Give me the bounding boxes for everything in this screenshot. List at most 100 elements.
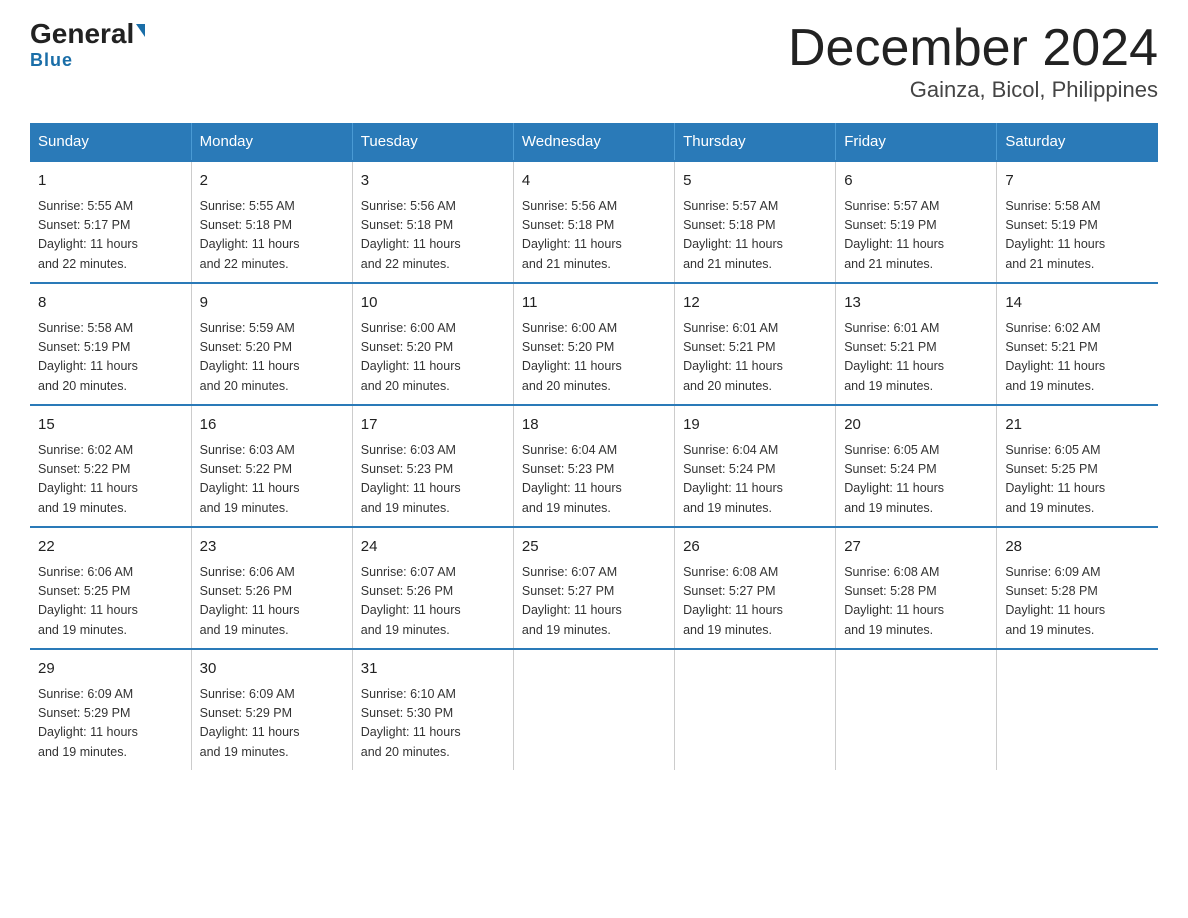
day-number: 30 [200,658,344,681]
header-wednesday: Wednesday [513,123,674,161]
day-info: Sunrise: 6:10 AMSunset: 5:30 PMDaylight:… [361,685,505,763]
day-number: 23 [200,536,344,559]
day-number: 16 [200,414,344,437]
day-number: 10 [361,292,505,315]
header-thursday: Thursday [675,123,836,161]
day-info: Sunrise: 6:05 AMSunset: 5:24 PMDaylight:… [844,441,988,519]
week-row-4: 22Sunrise: 6:06 AMSunset: 5:25 PMDayligh… [30,527,1158,649]
day-number: 5 [683,170,827,193]
day-cell: 1 Sunrise: 5:55 AMSunset: 5:17 PMDaylight… [30,161,191,283]
day-number: 6 [844,170,988,193]
day-info: Sunrise: 6:01 AMSunset: 5:21 PMDaylight:… [844,319,988,397]
day-info: Sunrise: 6:04 AMSunset: 5:24 PMDaylight:… [683,441,827,519]
day-number: 21 [1005,414,1150,437]
day-info: Sunrise: 6:06 AMSunset: 5:25 PMDaylight:… [38,563,183,641]
day-cell: 20 Sunrise: 6:05 AMSunset: 5:24 PMDayligh… [836,405,997,527]
day-info: Sunrise: 5:57 AMSunset: 5:18 PMDaylight:… [683,197,827,275]
day-info: Sunrise: 5:56 AMSunset: 5:18 PMDaylight:… [361,197,505,275]
day-number: 3 [361,170,505,193]
day-info: Sunrise: 6:05 AMSunset: 5:25 PMDaylight:… [1005,441,1150,519]
day-number: 26 [683,536,827,559]
day-number: 12 [683,292,827,315]
day-cell: 24 Sunrise: 6:07 AMSunset: 5:26 PMDayligh… [352,527,513,649]
day-number: 25 [522,536,666,559]
day-number: 17 [361,414,505,437]
day-cell: 25 Sunrise: 6:07 AMSunset: 5:27 PMDayligh… [513,527,674,649]
header-monday: Monday [191,123,352,161]
day-info: Sunrise: 5:56 AMSunset: 5:18 PMDaylight:… [522,197,666,275]
calendar-title: December 2024 [788,20,1158,77]
day-number: 27 [844,536,988,559]
header-row: SundayMondayTuesdayWednesdayThursdayFrid… [30,123,1158,161]
day-info: Sunrise: 6:06 AMSunset: 5:26 PMDaylight:… [200,563,344,641]
header-tuesday: Tuesday [352,123,513,161]
day-number: 28 [1005,536,1150,559]
day-info: Sunrise: 5:58 AMSunset: 5:19 PMDaylight:… [38,319,183,397]
logo-text: General [30,20,145,48]
day-number: 9 [200,292,344,315]
day-info: Sunrise: 6:04 AMSunset: 5:23 PMDaylight:… [522,441,666,519]
day-cell: 17 Sunrise: 6:03 AMSunset: 5:23 PMDayligh… [352,405,513,527]
day-number: 1 [38,170,183,193]
logo: General Blue [30,20,145,71]
day-cell: 22Sunrise: 6:06 AMSunset: 5:25 PMDayligh… [30,527,191,649]
day-info: Sunrise: 6:03 AMSunset: 5:23 PMDaylight:… [361,441,505,519]
day-info: Sunrise: 5:55 AMSunset: 5:18 PMDaylight:… [200,197,344,275]
day-cell: 12Sunrise: 6:01 AMSunset: 5:21 PMDayligh… [675,283,836,405]
day-info: Sunrise: 6:00 AMSunset: 5:20 PMDaylight:… [361,319,505,397]
day-info: Sunrise: 6:09 AMSunset: 5:28 PMDaylight:… [1005,563,1150,641]
day-cell: 9 Sunrise: 5:59 AMSunset: 5:20 PMDaylight… [191,283,352,405]
page-header: General Blue December 2024 Gainza, Bicol… [30,20,1158,103]
day-info: Sunrise: 5:57 AMSunset: 5:19 PMDaylight:… [844,197,988,275]
logo-blue-text: Blue [30,50,73,71]
header-saturday: Saturday [997,123,1158,161]
day-info: Sunrise: 6:00 AMSunset: 5:20 PMDaylight:… [522,319,666,397]
day-info: Sunrise: 6:02 AMSunset: 5:21 PMDaylight:… [1005,319,1150,397]
day-info: Sunrise: 5:55 AMSunset: 5:17 PMDaylight:… [38,197,183,275]
day-cell: 15 Sunrise: 6:02 AMSunset: 5:22 PMDayligh… [30,405,191,527]
day-cell: 18 Sunrise: 6:04 AMSunset: 5:23 PMDayligh… [513,405,674,527]
calendar-table: SundayMondayTuesdayWednesdayThursdayFrid… [30,123,1158,770]
calendar-body: 1 Sunrise: 5:55 AMSunset: 5:17 PMDaylight… [30,161,1158,770]
day-cell: 4 Sunrise: 5:56 AMSunset: 5:18 PMDaylight… [513,161,674,283]
day-number: 8 [38,292,183,315]
week-row-5: 29 Sunrise: 6:09 AMSunset: 5:29 PMDayligh… [30,649,1158,770]
day-cell: 16 Sunrise: 6:03 AMSunset: 5:22 PMDayligh… [191,405,352,527]
day-cell: 14Sunrise: 6:02 AMSunset: 5:21 PMDayligh… [997,283,1158,405]
day-number: 20 [844,414,988,437]
day-info: Sunrise: 6:03 AMSunset: 5:22 PMDaylight:… [200,441,344,519]
day-cell [836,649,997,770]
day-cell [675,649,836,770]
week-row-1: 1 Sunrise: 5:55 AMSunset: 5:17 PMDaylight… [30,161,1158,283]
day-number: 13 [844,292,988,315]
day-cell [997,649,1158,770]
header-friday: Friday [836,123,997,161]
day-number: 29 [38,658,183,681]
day-number: 7 [1005,170,1150,193]
day-number: 19 [683,414,827,437]
day-cell: 29 Sunrise: 6:09 AMSunset: 5:29 PMDayligh… [30,649,191,770]
day-number: 15 [38,414,183,437]
day-number: 18 [522,414,666,437]
week-row-3: 15 Sunrise: 6:02 AMSunset: 5:22 PMDayligh… [30,405,1158,527]
day-cell: 31 Sunrise: 6:10 AMSunset: 5:30 PMDayligh… [352,649,513,770]
day-cell: 21 Sunrise: 6:05 AMSunset: 5:25 PMDayligh… [997,405,1158,527]
day-info: Sunrise: 6:09 AMSunset: 5:29 PMDaylight:… [38,685,183,763]
day-info: Sunrise: 6:02 AMSunset: 5:22 PMDaylight:… [38,441,183,519]
day-cell: 7 Sunrise: 5:58 AMSunset: 5:19 PMDaylight… [997,161,1158,283]
day-cell: 28 Sunrise: 6:09 AMSunset: 5:28 PMDayligh… [997,527,1158,649]
day-info: Sunrise: 5:59 AMSunset: 5:20 PMDaylight:… [200,319,344,397]
week-row-2: 8 Sunrise: 5:58 AMSunset: 5:19 PMDaylight… [30,283,1158,405]
calendar-subtitle: Gainza, Bicol, Philippines [788,77,1158,103]
day-number: 31 [361,658,505,681]
day-info: Sunrise: 6:09 AMSunset: 5:29 PMDaylight:… [200,685,344,763]
day-info: Sunrise: 6:07 AMSunset: 5:27 PMDaylight:… [522,563,666,641]
day-number: 4 [522,170,666,193]
day-cell: 5 Sunrise: 5:57 AMSunset: 5:18 PMDaylight… [675,161,836,283]
day-cell: 8 Sunrise: 5:58 AMSunset: 5:19 PMDaylight… [30,283,191,405]
day-number: 24 [361,536,505,559]
day-info: Sunrise: 6:07 AMSunset: 5:26 PMDaylight:… [361,563,505,641]
header-sunday: Sunday [30,123,191,161]
day-info: Sunrise: 5:58 AMSunset: 5:19 PMDaylight:… [1005,197,1150,275]
day-info: Sunrise: 6:08 AMSunset: 5:27 PMDaylight:… [683,563,827,641]
